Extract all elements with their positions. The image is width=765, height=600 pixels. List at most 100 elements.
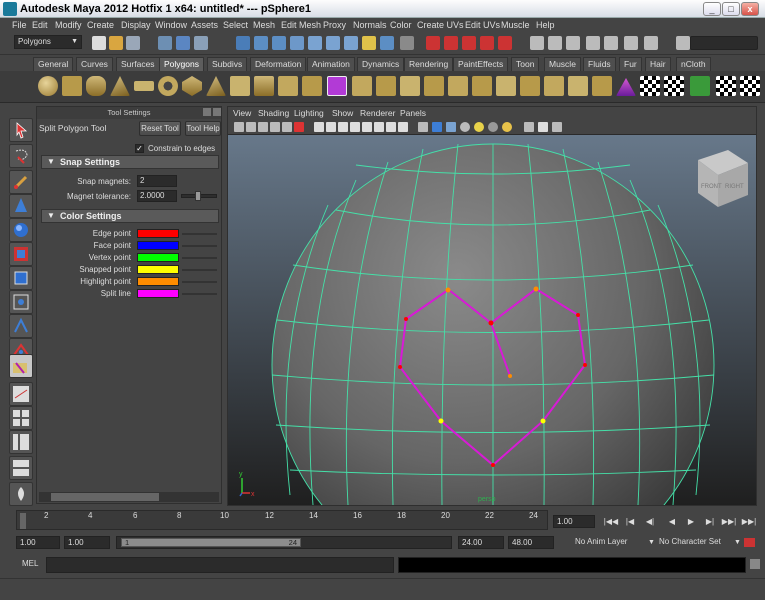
menu-muscle[interactable]: Muscle <box>501 20 530 30</box>
poly-combine-icon[interactable] <box>327 76 347 96</box>
script-editor-icon[interactable] <box>750 559 760 569</box>
poly-bevel-icon[interactable] <box>496 76 516 96</box>
poly-separate-icon[interactable] <box>352 76 372 96</box>
shelf-tab-curves[interactable]: Curves <box>76 57 113 71</box>
viewport-menu-lighting[interactable]: Lighting <box>294 108 324 118</box>
menu-color[interactable]: Color <box>390 20 412 30</box>
camera-attributes-icon[interactable] <box>246 122 256 132</box>
split-line-swatch[interactable] <box>137 289 179 298</box>
anti-alias-icon[interactable] <box>552 122 562 132</box>
texture-sample-icon[interactable] <box>524 122 534 132</box>
bookmarks-icon[interactable] <box>258 122 268 132</box>
viewport-menu-renderer[interactable]: Renderer <box>360 108 395 118</box>
split-polygon-tool-icon[interactable] <box>9 354 33 378</box>
live-surface-icon[interactable] <box>400 36 414 50</box>
shadows-icon[interactable] <box>374 122 384 132</box>
viewport-menu-panels[interactable]: Panels <box>400 108 426 118</box>
animation-end-field[interactable]: 48.00 <box>508 536 554 549</box>
select-hierarchy-icon[interactable] <box>158 36 172 50</box>
poly-cone-icon[interactable] <box>110 76 130 96</box>
render-view-icon[interactable] <box>498 36 512 50</box>
ipr-render-icon[interactable] <box>444 36 458 50</box>
range-slider[interactable]: 1 24 <box>116 536 452 549</box>
uv-relax-icon[interactable] <box>740 76 760 96</box>
select-camera-icon[interactable] <box>234 122 244 132</box>
poly-bridge-icon[interactable] <box>424 76 444 96</box>
history-icon[interactable] <box>362 36 376 50</box>
hypershade-icon[interactable] <box>480 36 494 50</box>
menu-select[interactable]: Select <box>223 20 248 30</box>
menu-file[interactable]: File <box>12 20 27 30</box>
menu-modify[interactable]: Modify <box>55 20 82 30</box>
uv-unfold-icon[interactable] <box>716 76 736 96</box>
pick-uv-icon[interactable] <box>290 36 304 50</box>
image-plane-icon[interactable] <box>270 122 280 132</box>
poly-cylinder-icon[interactable] <box>86 76 106 96</box>
render-frame-icon[interactable] <box>426 36 440 50</box>
motion-blur-icon[interactable] <box>538 122 548 132</box>
snap-grid-icon[interactable] <box>308 36 322 50</box>
uv-layout-icon[interactable] <box>664 76 684 96</box>
menu-edit-uvs[interactable]: Edit UVs <box>465 20 500 30</box>
close-panel-icon[interactable] <box>213 108 221 116</box>
scale-tool-icon[interactable] <box>9 242 33 266</box>
menu-help[interactable]: Help <box>536 20 555 30</box>
animation-start-field[interactable]: 1.00 <box>16 536 60 549</box>
poly-smooth-icon[interactable] <box>376 76 396 96</box>
poly-helix-icon[interactable] <box>254 76 274 96</box>
poly-append-icon[interactable] <box>448 76 468 96</box>
maximize-button[interactable]: □ <box>722 2 740 16</box>
layout-persp-graph-icon[interactable] <box>9 456 33 480</box>
snapped-point-slider[interactable] <box>182 269 217 271</box>
current-frame-field[interactable]: 1.00 <box>553 515 595 528</box>
outliner-icon[interactable] <box>624 36 638 50</box>
command-input[interactable] <box>46 557 394 573</box>
viewport-menu-shading[interactable]: Shading <box>258 108 289 118</box>
tool-settings-scrollbar[interactable] <box>39 492 219 502</box>
poly-pyramid-icon[interactable] <box>206 76 226 96</box>
split-line-slider[interactable] <box>182 293 217 295</box>
outliner-layout-icon[interactable] <box>9 482 33 506</box>
face-point-swatch[interactable] <box>137 241 179 250</box>
menu-window[interactable]: Window <box>155 20 187 30</box>
sidebar-toggle-icon[interactable] <box>530 36 544 50</box>
perspective-viewport[interactable]: View Shading Lighting Show Renderer Pane… <box>227 106 757 587</box>
select-object-icon[interactable] <box>176 36 190 50</box>
poly-poke-icon[interactable] <box>568 76 588 96</box>
menu-create[interactable]: Create <box>87 20 114 30</box>
edge-point-slider[interactable] <box>182 233 217 235</box>
soft-modification-icon[interactable] <box>9 290 33 314</box>
wireframe-on-shaded-icon[interactable] <box>338 122 348 132</box>
move-tool-icon[interactable] <box>9 194 33 218</box>
shelf-tab-animation[interactable]: Animation <box>307 57 355 71</box>
snap-settings-frame[interactable]: ▼ Snap Settings <box>41 155 219 169</box>
pick-face-icon[interactable] <box>272 36 286 50</box>
poly-extrude-icon[interactable] <box>400 76 420 96</box>
step-forward-key-button[interactable]: ▶| <box>702 515 718 528</box>
play-forwards-button[interactable]: ▶ <box>683 515 699 528</box>
shelf-tab-painteffects[interactable]: PaintEffects <box>453 57 509 71</box>
viewport-scene[interactable]: FRONT RIGHT y x persp <box>228 135 756 587</box>
xray-icon[interactable] <box>386 122 396 132</box>
magnet-tolerance-slider-handle[interactable] <box>195 191 201 201</box>
uv-checker-icon[interactable] <box>640 76 660 96</box>
snap-point-icon[interactable] <box>344 36 358 50</box>
anim-layer-dropdown[interactable]: No Anim Layer <box>572 536 650 549</box>
transform-x-icon[interactable] <box>676 36 690 50</box>
constrain-to-edges-checkbox[interactable]: ✓ <box>135 144 144 153</box>
tool-settings-icon[interactable] <box>566 36 580 50</box>
menu-assets[interactable]: Assets <box>191 20 218 30</box>
menu-proxy[interactable]: Proxy <box>323 20 346 30</box>
poly-platonic-icon[interactable] <box>302 76 322 96</box>
select-tool-icon[interactable] <box>9 118 33 142</box>
shelf-tab-general[interactable]: General <box>33 57 74 71</box>
open-scene-icon[interactable] <box>109 36 123 50</box>
render-settings-icon[interactable] <box>462 36 476 50</box>
menu-create-uvs[interactable]: Create UVs <box>417 20 464 30</box>
uv-editor-icon[interactable] <box>690 76 710 96</box>
menu-edit-mesh[interactable]: Edit Mesh <box>281 20 321 30</box>
poly-cube-icon[interactable] <box>62 76 82 96</box>
layout-four-icon[interactable] <box>9 406 33 430</box>
go-to-end-button[interactable]: ▶▶| <box>741 515 757 528</box>
poly-soccerball-icon[interactable] <box>278 76 298 96</box>
